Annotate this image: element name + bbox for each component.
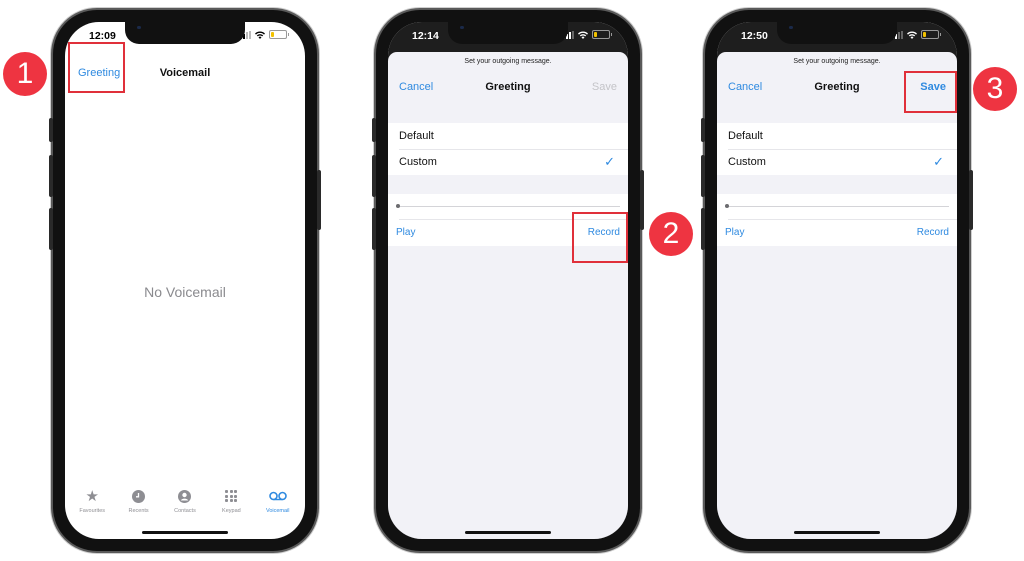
- voicemail-icon: [268, 487, 287, 505]
- battery-icon: [269, 30, 289, 39]
- screen: 12:14 Set your outgoing message. Greetin…: [388, 22, 628, 539]
- record-button[interactable]: Record: [917, 227, 949, 238]
- tab-voicemail[interactable]: Voicemail: [255, 487, 301, 527]
- side-button: [372, 118, 376, 142]
- tab-label: Recents: [128, 508, 149, 514]
- save-button[interactable]: Save: [592, 81, 617, 93]
- notch: [448, 22, 568, 44]
- tab-label: Voicemail: [265, 508, 290, 514]
- volume-up-button: [49, 155, 53, 197]
- playback-scrubber[interactable]: [725, 206, 949, 207]
- tab-label: Contacts: [174, 508, 196, 514]
- power-button: [317, 170, 321, 230]
- wifi-icon: [907, 30, 917, 39]
- tab-keypad[interactable]: Keypad: [208, 487, 254, 527]
- cancel-button[interactable]: Cancel: [399, 81, 433, 93]
- greeting-sheet: Set your outgoing message. Greeting Canc…: [388, 52, 628, 539]
- person-icon: [178, 487, 192, 505]
- status-time: 12:14: [412, 30, 439, 42]
- home-indicator: [465, 531, 551, 534]
- battery-icon: [921, 30, 941, 39]
- sheet-prompt: Set your outgoing message.: [793, 58, 881, 65]
- scrubber-knob[interactable]: [725, 204, 729, 208]
- status-time: 12:09: [89, 30, 116, 42]
- highlight-save: [904, 71, 957, 113]
- greeting-options: Default Custom ✓: [388, 123, 628, 175]
- home-indicator: [794, 531, 880, 534]
- highlight-record: [572, 212, 628, 263]
- wifi-icon: [578, 30, 588, 39]
- playback-scrubber[interactable]: [396, 206, 620, 207]
- volume-up-button: [372, 155, 376, 197]
- option-default[interactable]: Default: [717, 123, 957, 149]
- empty-state-text: No Voicemail: [144, 284, 226, 300]
- greeting-options: Default Custom ✓: [717, 123, 957, 175]
- star-icon: ★: [85, 488, 99, 505]
- volume-up-button: [701, 155, 705, 197]
- tab-contacts[interactable]: Contacts: [162, 487, 208, 527]
- status-time: 12:50: [741, 30, 768, 42]
- keypad-icon: [225, 487, 238, 505]
- option-custom[interactable]: Custom ✓: [388, 149, 628, 175]
- option-label: Default: [399, 130, 434, 142]
- wifi-icon: [255, 30, 265, 39]
- screen: 12:09 Voicemail Greeting No Voicemail ★ …: [65, 22, 305, 539]
- tab-bar: ★ Favourites Recents Contacts Keypad Voi…: [65, 487, 305, 527]
- notch: [777, 22, 897, 44]
- phone-greeting-record: 12:14 Set your outgoing message. Greetin…: [372, 10, 644, 551]
- highlight-greeting: [68, 42, 125, 93]
- checkmark-icon: ✓: [933, 154, 944, 169]
- power-button: [969, 170, 973, 230]
- battery-icon: [592, 30, 612, 39]
- tab-label: Keypad: [222, 508, 241, 514]
- volume-down-button: [372, 208, 376, 250]
- power-button: [640, 170, 644, 230]
- sheet-prompt: Set your outgoing message.: [464, 58, 552, 65]
- notch: [125, 22, 245, 44]
- tab-recents[interactable]: Recents: [116, 487, 162, 527]
- side-button: [49, 118, 53, 142]
- play-button[interactable]: Play: [396, 227, 415, 238]
- tab-label: Favourites: [79, 508, 106, 514]
- volume-down-button: [49, 208, 53, 250]
- option-label: Custom: [728, 156, 766, 168]
- greeting-sheet: Set your outgoing message. Greeting Canc…: [717, 52, 957, 539]
- volume-down-button: [701, 208, 705, 250]
- home-indicator: [142, 531, 228, 534]
- side-button: [701, 118, 705, 142]
- checkmark-icon: ✓: [604, 154, 615, 169]
- clock-icon: [132, 487, 146, 505]
- step-badge-3: 3: [973, 67, 1017, 111]
- option-custom[interactable]: Custom ✓: [717, 149, 957, 175]
- cancel-button[interactable]: Cancel: [728, 81, 762, 93]
- tab-favourites[interactable]: ★ Favourites: [69, 487, 115, 527]
- scrubber-knob[interactable]: [396, 204, 400, 208]
- play-button[interactable]: Play: [725, 227, 744, 238]
- recording-player: Play Record: [717, 194, 957, 246]
- option-default[interactable]: Default: [388, 123, 628, 149]
- step-badge-2: 2: [649, 212, 693, 256]
- step-badge-1: 1: [3, 52, 47, 96]
- option-label: Custom: [399, 156, 437, 168]
- option-label: Default: [728, 130, 763, 142]
